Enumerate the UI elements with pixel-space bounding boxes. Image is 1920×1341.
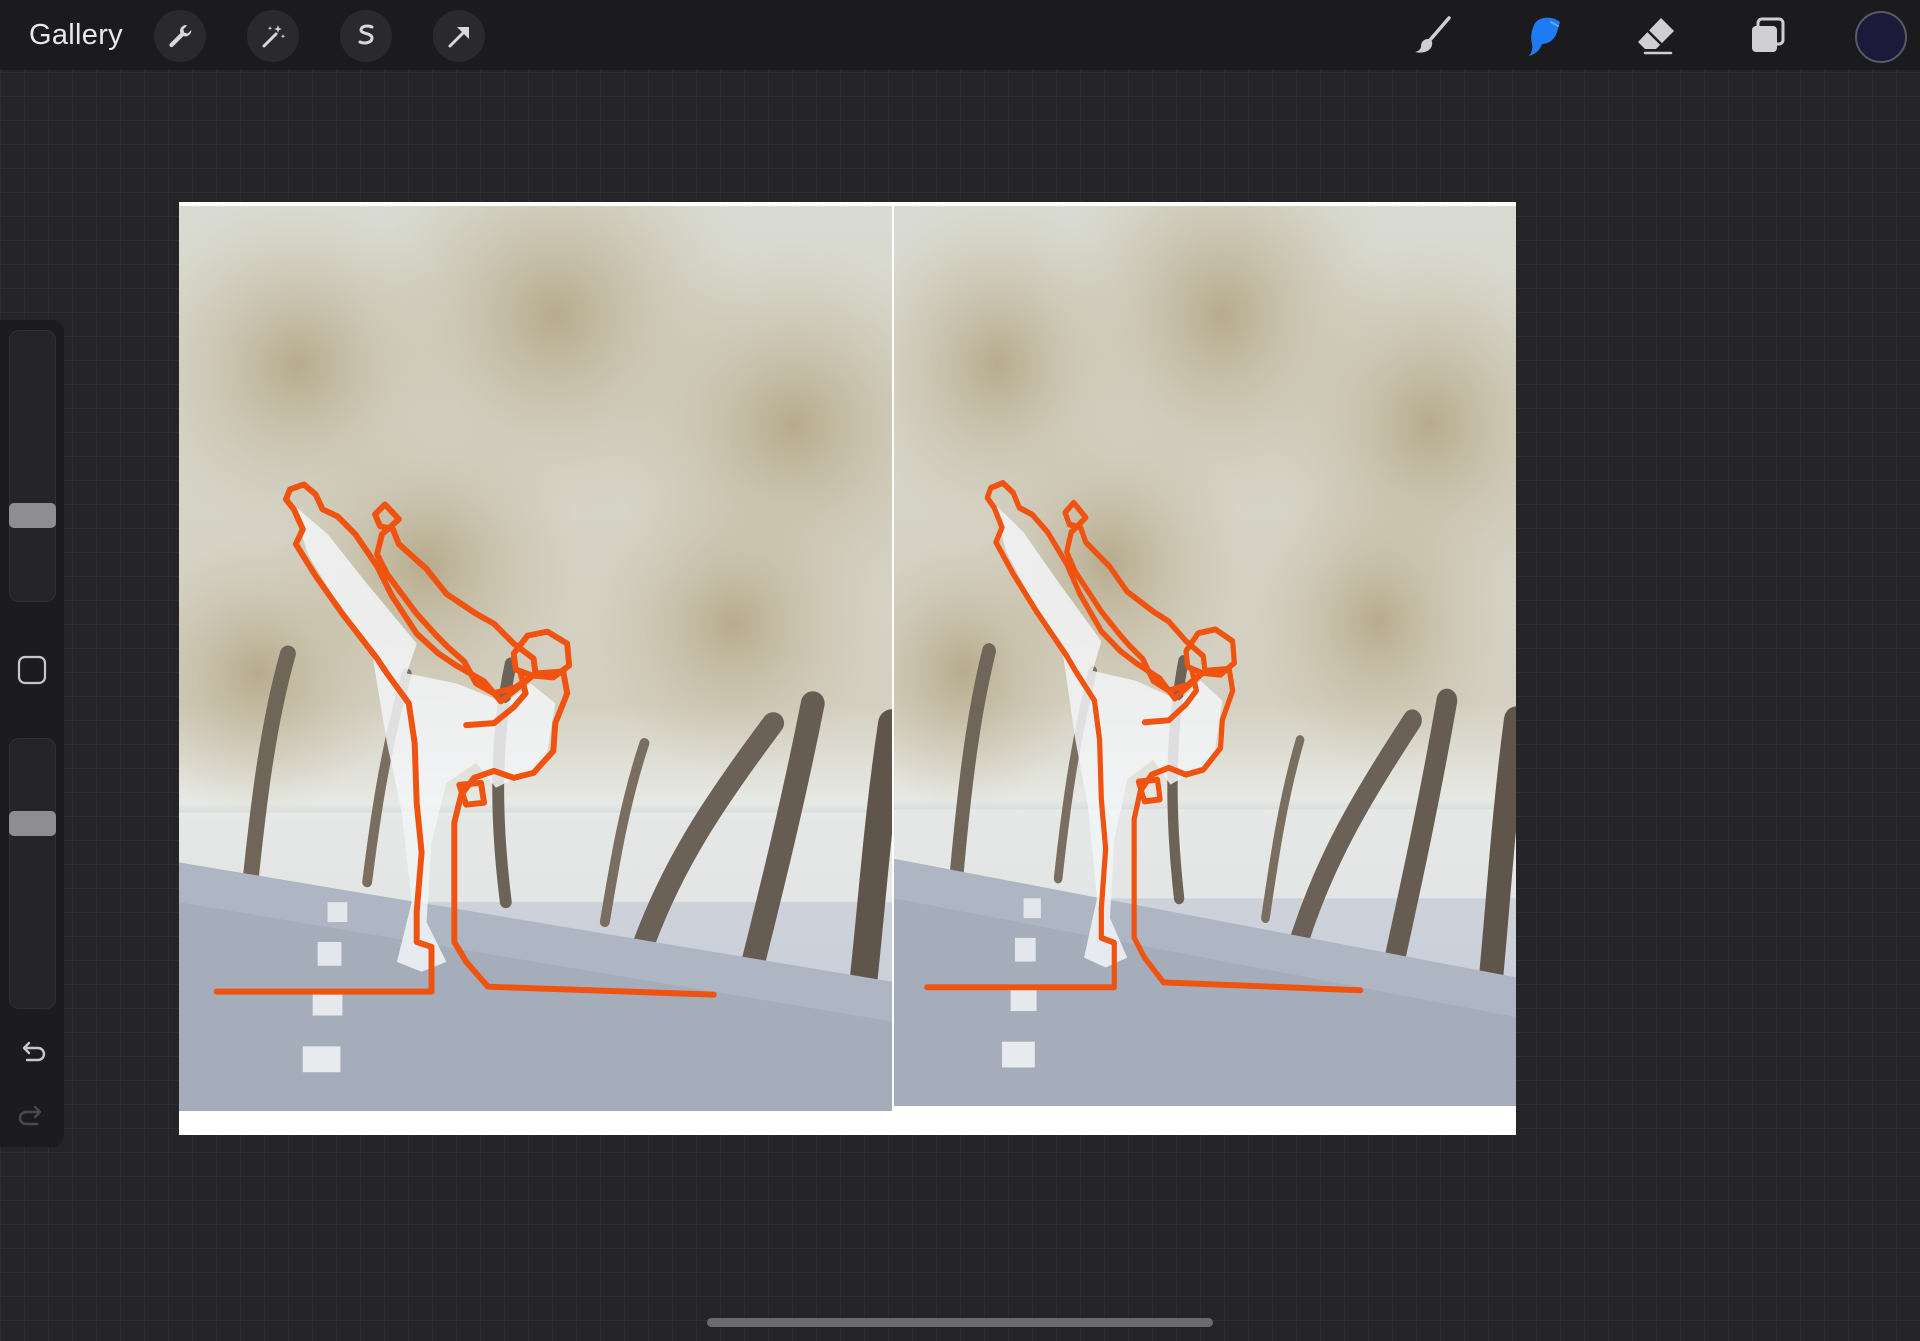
karate-kick-sketch-right — [894, 206, 1516, 1106]
modify-square-icon[interactable] — [17, 655, 47, 685]
drawing-canvas[interactable] — [179, 202, 1516, 1135]
layers-button[interactable] — [1742, 10, 1794, 62]
wrench-icon — [169, 25, 192, 48]
left-traced-photo — [179, 206, 892, 1111]
adjustments-button[interactable] — [247, 10, 299, 62]
selection-button[interactable] — [340, 10, 392, 62]
transform-button[interactable] — [433, 10, 485, 62]
brush-icon — [1415, 16, 1451, 53]
home-indicator[interactable] — [707, 1318, 1213, 1327]
right-traced-photo — [894, 206, 1516, 1106]
opacity-slider[interactable] — [9, 738, 56, 1009]
layers-icon — [1752, 17, 1785, 52]
smudge-tool-button[interactable] — [1518, 10, 1570, 62]
undo-icon[interactable] — [16, 1036, 48, 1068]
selection-s-icon — [358, 24, 374, 45]
opacity-thumb[interactable] — [9, 810, 56, 836]
brush-size-thumb[interactable] — [9, 502, 56, 528]
brush-size-slider[interactable] — [9, 330, 56, 602]
magic-wand-icon — [262, 25, 286, 48]
left-sidebar — [0, 320, 64, 1147]
redo-icon[interactable] — [16, 1100, 48, 1132]
eraser-tool-button[interactable] — [1630, 10, 1682, 62]
karate-kick-sketch-left — [179, 206, 892, 1111]
gallery-button[interactable]: Gallery — [29, 14, 123, 56]
smudge-icon — [1529, 17, 1560, 56]
transform-arrow-icon — [448, 27, 469, 48]
color-picker-swatch[interactable] — [1855, 11, 1907, 63]
eraser-icon — [1638, 18, 1674, 55]
brush-tool-button[interactable] — [1406, 10, 1458, 62]
top-toolbar: Gallery — [0, 0, 1920, 70]
actions-button[interactable] — [154, 10, 206, 62]
